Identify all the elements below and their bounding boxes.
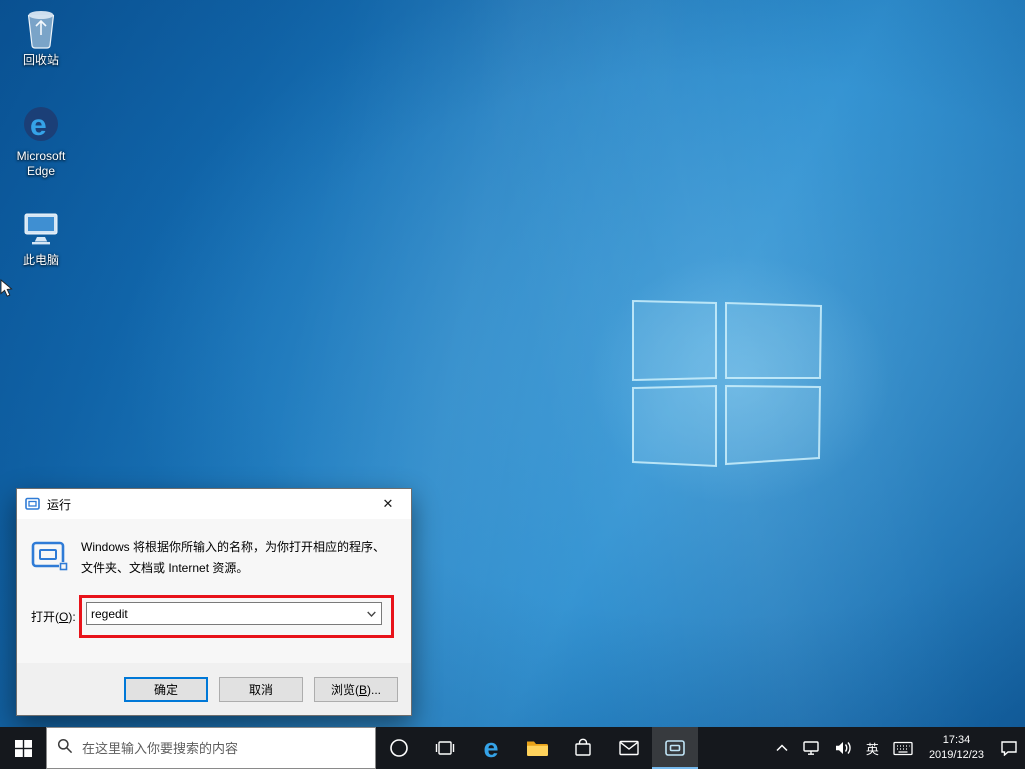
- svg-text:e: e: [30, 109, 47, 142]
- browse-label-accesskey: B: [359, 683, 367, 697]
- desktop-icon-label: 回收站: [2, 53, 80, 68]
- cortana-icon: [389, 738, 409, 758]
- taskbar-search[interactable]: [46, 727, 376, 769]
- open-label-accesskey: O: [59, 610, 68, 624]
- open-label-post: ):: [68, 610, 75, 624]
- run-dialog-description: Windows 将根据你所输入的名称，为你打开相应的程序、 文件夹、文档或 In…: [71, 537, 385, 579]
- clock-time: 17:34: [943, 733, 971, 748]
- windows-start-icon: [15, 740, 32, 757]
- open-input[interactable]: [87, 603, 362, 624]
- desktop-icon-label: 此电脑: [2, 253, 80, 268]
- run-dialog: 运行 ✕ Windows 将根据你所输入的名称，为你打开相应的程序、 文件夹、文…: [16, 488, 412, 716]
- folder-icon: [526, 739, 548, 757]
- search-input[interactable]: [82, 741, 365, 756]
- browse-button[interactable]: 浏览(B)...: [314, 677, 398, 702]
- action-center-button[interactable]: [993, 727, 1025, 769]
- red-highlight-annotation: [79, 595, 394, 638]
- system-tray: 英 17:34 2019/12/23: [769, 727, 1025, 769]
- notification-icon: [1000, 740, 1018, 756]
- desktop-icon-label: Microsoft Edge: [2, 149, 80, 179]
- speaker-icon: [834, 740, 852, 756]
- close-icon[interactable]: ✕: [365, 489, 411, 519]
- touch-keyboard-button[interactable]: [886, 727, 920, 769]
- browse-label-post: )...: [367, 683, 381, 697]
- tray-overflow-button[interactable]: [769, 727, 795, 769]
- run-window-icon: [25, 496, 41, 512]
- taskbar-clock[interactable]: 17:34 2019/12/23: [920, 727, 993, 769]
- microsoft-store-button[interactable]: [560, 727, 606, 769]
- desktop-icon-microsoft-edge[interactable]: e Microsoft Edge: [2, 104, 80, 179]
- keyboard-icon: [893, 741, 913, 756]
- taskbar: e: [0, 727, 1025, 769]
- mail-button[interactable]: [606, 727, 652, 769]
- cancel-button[interactable]: 取消: [219, 677, 303, 702]
- mail-icon: [619, 740, 639, 756]
- edge-icon: e: [483, 735, 498, 762]
- run-app-icon: [31, 537, 71, 579]
- volume-button[interactable]: [827, 727, 859, 769]
- run-dialog-titlebar[interactable]: 运行 ✕: [17, 489, 411, 519]
- browse-label-pre: 浏览(: [331, 683, 359, 697]
- clock-date: 2019/12/23: [929, 748, 984, 763]
- taskbar-edge-button[interactable]: e: [468, 727, 514, 769]
- description-line-2: 文件夹、文档或 Internet 资源。: [81, 558, 385, 579]
- run-window-icon: [664, 739, 686, 757]
- desktop-icon-recycle-bin[interactable]: 回收站: [2, 8, 80, 68]
- network-icon: [802, 740, 820, 756]
- open-combobox[interactable]: [86, 602, 382, 625]
- open-field-label: 打开(O):: [31, 595, 79, 625]
- recycle-bin-icon: [2, 8, 80, 50]
- cortana-button[interactable]: [376, 727, 422, 769]
- ime-language-indicator[interactable]: 英: [859, 727, 886, 769]
- start-button[interactable]: [0, 727, 46, 769]
- file-explorer-button[interactable]: [514, 727, 560, 769]
- search-icon: [57, 738, 73, 759]
- mouse-cursor: [0, 279, 13, 303]
- windows-logo-glow: [590, 255, 890, 505]
- store-icon: [574, 738, 592, 758]
- chevron-down-icon[interactable]: [362, 603, 381, 624]
- desktop-icon-this-pc[interactable]: 此电脑: [2, 208, 80, 268]
- run-dialog-title: 运行: [47, 496, 71, 513]
- desktop: 回收站 e Microsoft Edge 此电脑: [0, 0, 1025, 769]
- taskbar-run-button[interactable]: [652, 727, 698, 769]
- description-line-1: Windows 将根据你所输入的名称，为你打开相应的程序、: [81, 537, 385, 558]
- this-pc-icon: [2, 208, 80, 250]
- run-dialog-button-strip: 确定 取消 浏览(B)...: [17, 663, 411, 715]
- edge-icon: e: [2, 104, 80, 146]
- chevron-up-icon: [776, 744, 788, 752]
- ok-button[interactable]: 确定: [124, 677, 208, 702]
- task-view-icon: [435, 739, 455, 757]
- run-dialog-body: Windows 将根据你所输入的名称，为你打开相应的程序、 文件夹、文档或 In…: [17, 519, 411, 663]
- network-status-button[interactable]: [795, 727, 827, 769]
- open-label-pre: 打开(: [31, 610, 59, 624]
- task-view-button[interactable]: [422, 727, 468, 769]
